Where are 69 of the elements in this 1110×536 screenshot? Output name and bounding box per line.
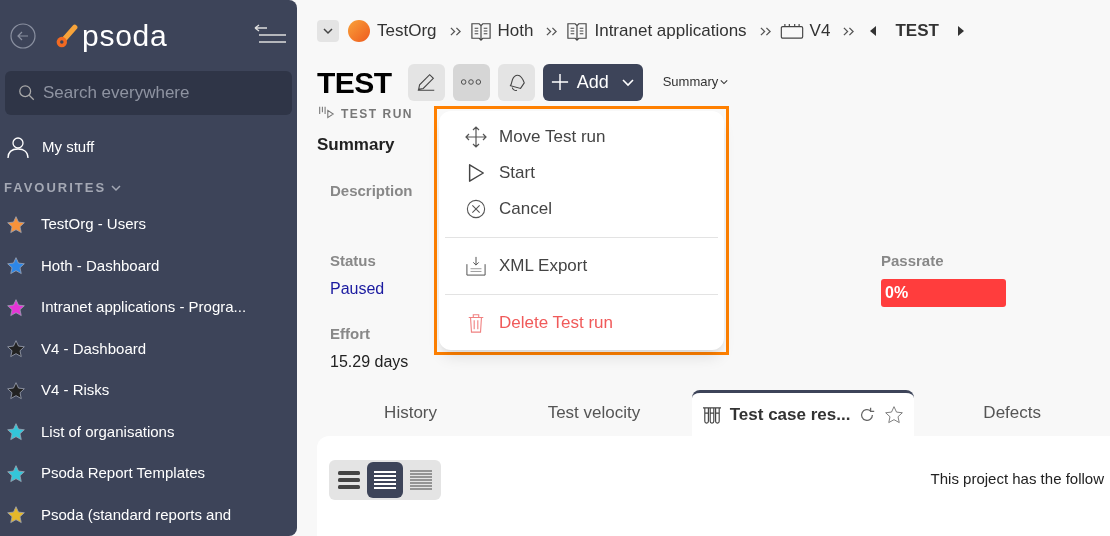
page-title: TEST [317,64,392,101]
favourite-link[interactable]: Psoda (standard reports and [41,503,232,527]
book-icon [566,21,589,41]
sidebar-link[interactable]: My stuff [42,135,95,159]
more-button[interactable] [452,63,490,101]
lines-icon [337,470,361,490]
dropdown-icon[interactable] [317,20,339,42]
plus-icon [550,73,569,91]
breadcrumb-link[interactable]: TestOrg [377,18,437,44]
double-chevron-icon [758,25,772,37]
type-label: TEST RUN [341,106,413,123]
test-tubes-icon [701,405,722,424]
move-arrows-icon [465,126,487,148]
favourite-link[interactable]: V4 - Risks [41,379,110,402]
summary-dropdown[interactable]: Summary [662,72,729,92]
star-icon[interactable] [884,404,905,425]
field-label: Description [330,181,413,201]
favourite-link[interactable]: Hoth - Dashboard [41,254,160,278]
menu-item[interactable]: Start [445,155,718,191]
double-chevron-icon [448,25,462,37]
section-heading: FAVOURITES [4,179,107,198]
breadcrumb-link[interactable]: V4 [809,18,831,44]
favourite-link[interactable]: List of organisations [41,420,175,444]
view-toggle[interactable] [367,462,403,498]
panel-text: This project has the follow [930,469,1105,489]
tab[interactable]: Test velocity [496,390,692,436]
add-button[interactable]: Add [542,63,643,101]
search-icon [18,84,36,103]
previous-icon[interactable] [869,25,878,37]
breadcrumb-link[interactable]: Intranet applications [594,18,747,44]
cancel-icon [465,199,487,219]
chevron-down-icon [720,78,729,86]
menu-item[interactable]: Move Test run [445,119,718,155]
more-icon [460,78,483,86]
section-heading: Summary [317,134,395,156]
org-logo-icon [347,19,371,43]
notify-button[interactable] [497,63,535,101]
tab[interactable]: Test case res... [691,390,915,436]
field-label: Status [330,251,377,271]
breadcrumb-link[interactable]: Hoth [497,18,534,44]
breadcrumb-current: TEST [895,20,939,43]
field-label: Passrate [881,251,945,271]
tab[interactable]: History [325,390,497,436]
edit-button[interactable] [407,63,445,101]
logo-text: psoda [82,18,168,55]
next-icon[interactable] [956,25,965,37]
board-icon [779,23,804,39]
back-icon[interactable] [10,22,36,49]
favourite-link[interactable]: V4 - Dashboard [41,337,147,361]
status-link[interactable]: Paused [330,276,385,301]
tab[interactable]: Defects [914,390,1110,436]
lines-icon [409,470,433,490]
field-value: 15.29 days [330,351,409,372]
double-chevron-icon [842,25,856,37]
menu-item[interactable]: XML Export [445,248,718,284]
favourite-link[interactable]: TestOrg - Users [41,213,146,236]
refresh-icon[interactable] [858,405,877,424]
menu-item[interactable]: Cancel [445,191,718,227]
search-field[interactable]: Search everywhere [5,71,292,116]
lines-icon [373,470,397,490]
field-label: Effort [330,324,371,344]
chevron-down-icon[interactable] [110,182,123,194]
passrate-bar: 0% [881,278,1006,307]
book-icon [469,21,492,41]
double-chevron-icon [545,25,559,37]
person-icon [6,134,30,159]
favourite-link[interactable]: Intranet applications - Progra... [41,296,247,319]
export-icon [465,256,487,276]
favourite-link[interactable]: Psoda Report Templates [41,462,205,485]
